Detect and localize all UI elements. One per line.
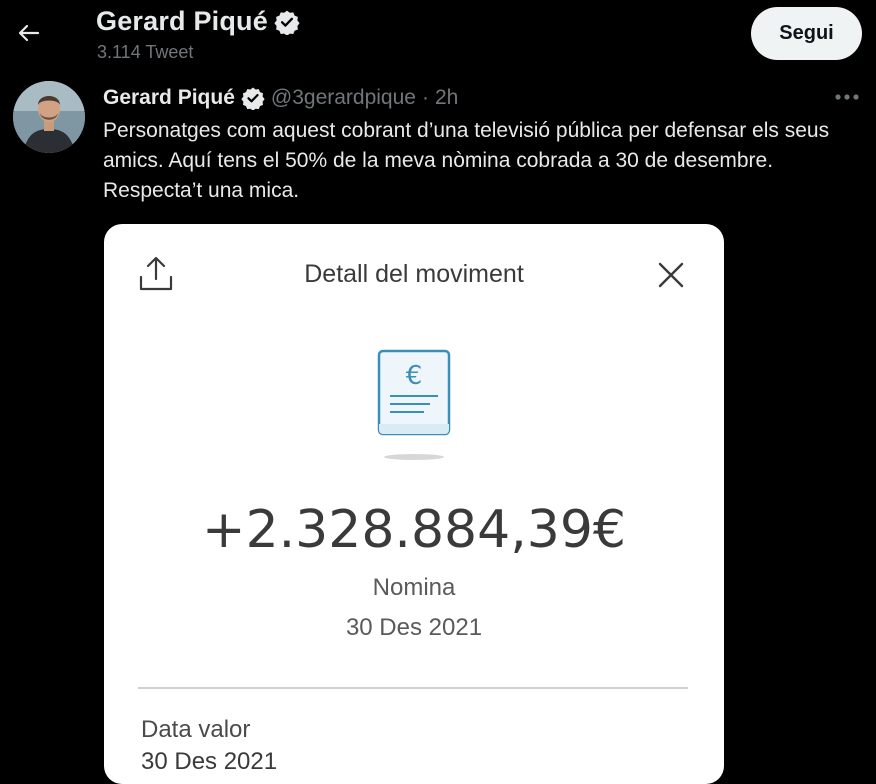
tweet-author-line: Gerard Piqué @3gerardpique · 2h [103,84,458,112]
value-date: 30 Des 2021 [141,748,278,775]
movement-concept: Nomina [372,574,456,601]
value-date-label: Data valor [141,716,251,743]
profile-name-text: Gerard Piqué [96,6,268,36]
arrow-left-icon [18,24,40,42]
tweet-count: 3.114 Tweet [97,42,194,62]
movement-amount: +2.328.884,39€ [202,500,626,560]
separator-dot: · [421,86,429,109]
media-title: Detall del moviment [304,260,524,288]
verified-badge-icon [241,87,265,110]
verified-badge-icon [274,10,300,35]
author-handle[interactable]: @3gerardpique [271,86,416,110]
profile-header: Gerard Piqué 3.114 Tweet Segui [0,0,876,70]
profile-name: Gerard Piqué [96,6,300,37]
follow-button[interactable]: Segui [751,7,862,60]
back-button[interactable] [12,16,46,50]
more-options-button[interactable] [832,88,862,106]
more-dots-icon [835,94,859,100]
tweet-text: Personatges com aquest cobrant d’una tel… [103,119,830,202]
tweet-time[interactable]: 2h [435,86,458,110]
svg-text:€: € [406,361,423,391]
tweet-media-image[interactable]: Detall del moviment € +2.328.884,39€ Nom… [104,224,724,784]
avatar-image [13,81,85,153]
author-name[interactable]: Gerard Piqué [103,86,235,110]
divider [138,687,688,689]
avatar[interactable] [13,81,85,153]
movement-date: 30 Des 2021 [345,614,483,641]
close-icon [658,262,684,288]
euro-document-icon: € [377,349,451,460]
